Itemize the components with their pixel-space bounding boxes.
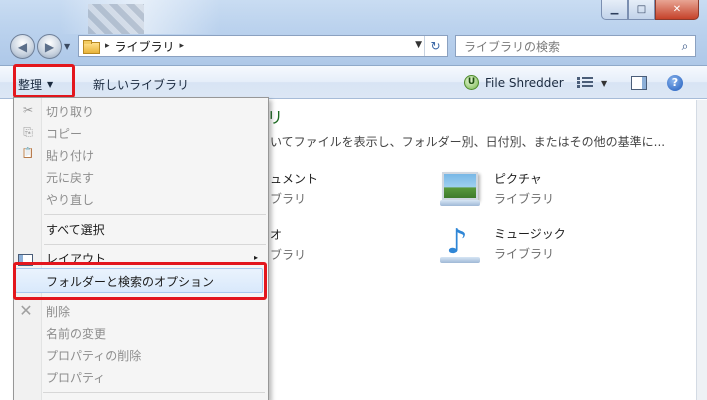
menu-item-undo[interactable]: 元に戻す <box>46 169 94 186</box>
window-controls: ▁ □ ✕ <box>601 0 699 20</box>
library-item-sub: ライブラリ <box>494 192 555 206</box>
breadcrumb-separator-trailing[interactable]: ▸ <box>180 41 185 51</box>
menu-separator <box>44 244 266 245</box>
library-description: いてファイルを表示し、フォルダー別、日付別、またはその他の基準に... <box>270 135 666 149</box>
submenu-arrow-icon: ▸ <box>254 253 259 262</box>
file-shredder-label: File Shredder <box>485 75 564 90</box>
breadcrumb-libraries[interactable]: ライブラリ <box>115 38 175 55</box>
menu-item-properties[interactable]: プロパティ <box>46 369 105 386</box>
pictures-icon <box>440 170 480 206</box>
delete-icon: ✕ <box>19 301 33 320</box>
menu-item-delete[interactable]: 削除 <box>46 303 70 320</box>
vertical-scrollbar[interactable] <box>696 100 707 400</box>
menu-item-cut[interactable]: 切り取り <box>46 103 94 120</box>
views-dropdown-icon[interactable]: ▼ <box>601 79 607 88</box>
menu-separator <box>43 392 265 393</box>
refresh-button[interactable]: ↻ <box>424 36 446 56</box>
library-item-sub: ブラリ <box>270 248 307 262</box>
library-item-name: オ <box>270 228 283 242</box>
preview-pane-icon[interactable] <box>631 76 647 90</box>
back-button[interactable]: ◀ <box>10 34 35 59</box>
forward-arrow-icon: ▶ <box>44 39 55 54</box>
library-item-sub: ライブラリ <box>494 247 555 261</box>
address-bar[interactable]: ▸ ライブラリ ▸ ▼ <box>78 35 448 57</box>
explorer-window: ▁ □ ✕ ◀ ▶ ▼ ▸ ライブラリ ▸ ▼ ↻ ライブラリの検索 ⌕ 整理 … <box>0 0 707 400</box>
back-arrow-icon: ◀ <box>17 39 28 54</box>
highlight-box-folder-options <box>13 262 267 300</box>
library-item-name: ピクチャ <box>494 172 542 186</box>
file-shredder-icon: U <box>464 75 479 90</box>
menu-item-copy[interactable]: コピー <box>46 125 82 142</box>
copy-icon: ⎘ <box>23 125 33 139</box>
search-box[interactable]: ライブラリの検索 ⌕ <box>455 35 696 57</box>
menu-icon-gutter <box>14 98 42 400</box>
library-heading-fragment: リ <box>267 108 284 127</box>
search-input[interactable]: ライブラリの検索 <box>464 38 675 55</box>
recent-pages-dropdown[interactable]: ▼ <box>64 42 70 51</box>
menu-separator <box>44 214 266 215</box>
blurred-title-graphic <box>88 4 144 34</box>
library-item-video-partial[interactable]: オ ブラリ <box>270 226 306 263</box>
search-icon[interactable]: ⌕ <box>675 39 695 54</box>
library-item-sub: ブラリ <box>270 192 307 206</box>
change-view-icon[interactable] <box>577 77 593 91</box>
refresh-icon: ↻ <box>430 39 441 53</box>
menu-item-remove-properties[interactable]: プロパティの削除 <box>46 347 141 364</box>
paste-icon: 📋 <box>21 148 35 159</box>
close-button[interactable]: ✕ <box>655 0 699 20</box>
library-item-music[interactable]: ♪ ミュージック ライブラリ <box>440 225 566 265</box>
music-icon: ♪ <box>440 225 480 265</box>
menu-item-select-all[interactable]: すべて選択 <box>46 221 105 238</box>
library-item-name: ミュージック <box>494 227 566 241</box>
library-item-pictures[interactable]: ピクチャ ライブラリ <box>440 170 554 207</box>
menu-item-redo[interactable]: やり直し <box>46 191 94 208</box>
highlight-box-organize <box>13 64 75 98</box>
cut-icon: ✂ <box>22 103 34 117</box>
library-item-name: ュメント <box>270 172 319 186</box>
breadcrumb-separator[interactable]: ▸ <box>105 41 110 51</box>
library-item-documents-partial[interactable]: ュメント ブラリ <box>270 170 318 207</box>
address-dropdown-icon[interactable]: ▼ <box>415 40 422 50</box>
help-icon[interactable]: ? <box>667 75 683 91</box>
file-shredder-button[interactable]: U File Shredder <box>464 75 564 90</box>
new-library-button[interactable]: 新しいライブラリ <box>93 76 189 93</box>
minimize-button[interactable]: ▁ <box>601 0 628 20</box>
maximize-button[interactable]: □ <box>628 0 655 20</box>
menu-item-rename[interactable]: 名前の変更 <box>46 325 106 342</box>
menu-item-paste[interactable]: 貼り付け <box>46 147 94 164</box>
libraries-folder-icon <box>82 39 100 54</box>
forward-button[interactable]: ▶ <box>37 34 62 59</box>
